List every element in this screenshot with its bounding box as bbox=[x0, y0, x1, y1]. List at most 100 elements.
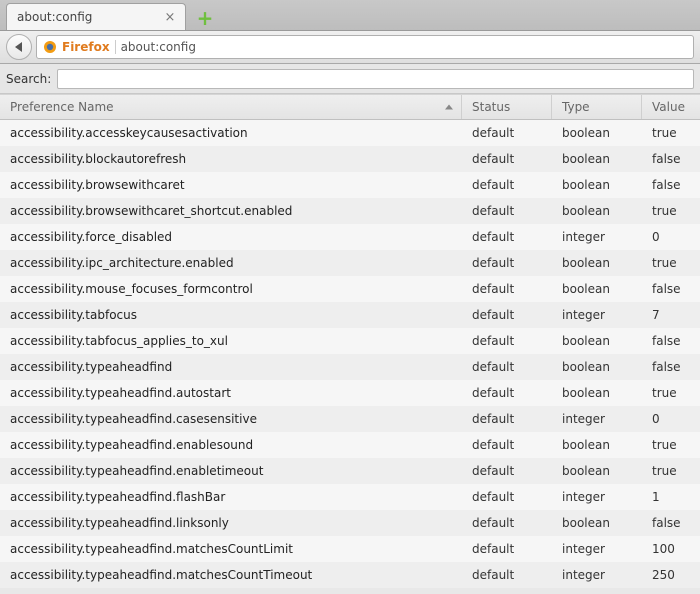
cell-type: integer bbox=[552, 542, 642, 556]
cell-value: false bbox=[642, 334, 700, 348]
cell-status: default bbox=[462, 386, 552, 400]
table-row[interactable]: accessibility.mouse_focuses_formcontrold… bbox=[0, 276, 700, 302]
table-row[interactable]: accessibility.blockautorefreshdefaultboo… bbox=[0, 146, 700, 172]
cell-status: default bbox=[462, 126, 552, 140]
cell-value: 1 bbox=[642, 490, 700, 504]
table-row[interactable]: accessibility.typeaheadfind.linksonlydef… bbox=[0, 510, 700, 536]
column-header-type[interactable]: Type bbox=[552, 95, 642, 119]
cell-status: default bbox=[462, 568, 552, 582]
firefox-icon bbox=[43, 40, 57, 54]
cell-name: accessibility.tabfocus_applies_to_xul bbox=[0, 334, 462, 348]
cell-value: 7 bbox=[642, 308, 700, 322]
cell-type: boolean bbox=[552, 464, 642, 478]
cell-value: true bbox=[642, 256, 700, 270]
table-row[interactable]: accessibility.force_disableddefaultinteg… bbox=[0, 224, 700, 250]
table-row[interactable]: accessibility.ipc_architecture.enabledde… bbox=[0, 250, 700, 276]
new-tab-button[interactable]: + bbox=[192, 6, 218, 30]
cell-type: integer bbox=[552, 230, 642, 244]
cell-type: boolean bbox=[552, 386, 642, 400]
cell-status: default bbox=[462, 256, 552, 270]
column-header-name-label: Preference Name bbox=[10, 100, 114, 114]
table-row[interactable]: accessibility.accesskeycausesactivationd… bbox=[0, 120, 700, 146]
cell-value: true bbox=[642, 464, 700, 478]
cell-type: boolean bbox=[552, 334, 642, 348]
url-text: about:config bbox=[121, 40, 196, 54]
cell-name: accessibility.typeaheadfind bbox=[0, 360, 462, 374]
cell-value: false bbox=[642, 516, 700, 530]
table-row[interactable]: accessibility.typeaheadfind.autostartdef… bbox=[0, 380, 700, 406]
cell-value: true bbox=[642, 386, 700, 400]
cell-name: accessibility.typeaheadfind.enablesound bbox=[0, 438, 462, 452]
search-label: Search: bbox=[6, 72, 51, 86]
cell-value: 0 bbox=[642, 412, 700, 426]
nav-toolbar: Firefox about:config bbox=[0, 31, 700, 64]
column-header-status-label: Status bbox=[472, 100, 510, 114]
browser-tab[interactable]: about:config × bbox=[6, 3, 186, 30]
cell-type: boolean bbox=[552, 178, 642, 192]
url-separator bbox=[115, 40, 116, 54]
cell-status: default bbox=[462, 334, 552, 348]
cell-value: 250 bbox=[642, 568, 700, 582]
table-row[interactable]: accessibility.typeaheadfind.casesensitiv… bbox=[0, 406, 700, 432]
cell-status: default bbox=[462, 490, 552, 504]
table-header: Preference Name Status Type Value bbox=[0, 94, 700, 120]
table-row[interactable]: accessibility.typeaheadfind.enabletimeou… bbox=[0, 458, 700, 484]
table-row[interactable]: accessibility.typeaheadfind.flashBardefa… bbox=[0, 484, 700, 510]
cell-name: accessibility.typeaheadfind.enabletimeou… bbox=[0, 464, 462, 478]
cell-name: accessibility.typeaheadfind.casesensitiv… bbox=[0, 412, 462, 426]
cell-name: accessibility.typeaheadfind.matchesCount… bbox=[0, 568, 462, 582]
column-header-status[interactable]: Status bbox=[462, 95, 552, 119]
cell-value: 100 bbox=[642, 542, 700, 556]
cell-name: accessibility.browsewithcaret bbox=[0, 178, 462, 192]
table-row[interactable]: accessibility.browsewithcaret_shortcut.e… bbox=[0, 198, 700, 224]
table-row[interactable]: accessibility.tabfocusdefaultinteger7 bbox=[0, 302, 700, 328]
cell-value: true bbox=[642, 126, 700, 140]
table-row[interactable]: accessibility.typeaheadfind.enablesoundd… bbox=[0, 432, 700, 458]
cell-name: accessibility.typeaheadfind.matchesCount… bbox=[0, 542, 462, 556]
cell-type: boolean bbox=[552, 152, 642, 166]
column-header-value-label: Value bbox=[652, 100, 685, 114]
search-input[interactable] bbox=[57, 69, 694, 89]
table-row[interactable]: accessibility.typeaheadfinddefaultboolea… bbox=[0, 354, 700, 380]
cell-value: 0 bbox=[642, 230, 700, 244]
close-tab-icon[interactable]: × bbox=[163, 10, 177, 24]
column-header-name[interactable]: Preference Name bbox=[0, 95, 462, 119]
cell-status: default bbox=[462, 230, 552, 244]
cell-status: default bbox=[462, 178, 552, 192]
cell-name: accessibility.ipc_architecture.enabled bbox=[0, 256, 462, 270]
cell-name: accessibility.typeaheadfind.linksonly bbox=[0, 516, 462, 530]
column-header-value[interactable]: Value bbox=[642, 95, 700, 119]
tab-title: about:config bbox=[17, 10, 163, 24]
cell-value: true bbox=[642, 204, 700, 218]
cell-status: default bbox=[462, 516, 552, 530]
cell-type: integer bbox=[552, 308, 642, 322]
back-button[interactable] bbox=[6, 34, 32, 60]
cell-type: integer bbox=[552, 412, 642, 426]
cell-status: default bbox=[462, 360, 552, 374]
cell-value: false bbox=[642, 360, 700, 374]
table-row[interactable]: accessibility.typeaheadfind.matchesCount… bbox=[0, 536, 700, 562]
cell-name: accessibility.browsewithcaret_shortcut.e… bbox=[0, 204, 462, 218]
cell-name: accessibility.force_disabled bbox=[0, 230, 462, 244]
cell-status: default bbox=[462, 152, 552, 166]
sort-ascending-icon bbox=[445, 105, 453, 110]
cell-value: false bbox=[642, 152, 700, 166]
cell-name: accessibility.typeaheadfind.flashBar bbox=[0, 490, 462, 504]
url-bar[interactable]: Firefox about:config bbox=[36, 35, 694, 59]
cell-value: true bbox=[642, 438, 700, 452]
table-row[interactable]: accessibility.typeaheadfind.matchesCount… bbox=[0, 562, 700, 588]
cell-status: default bbox=[462, 438, 552, 452]
cell-name: accessibility.mouse_focuses_formcontrol bbox=[0, 282, 462, 296]
cell-status: default bbox=[462, 308, 552, 322]
cell-type: boolean bbox=[552, 360, 642, 374]
cell-name: accessibility.tabfocus bbox=[0, 308, 462, 322]
cell-type: boolean bbox=[552, 438, 642, 452]
identity-label: Firefox bbox=[62, 40, 110, 54]
cell-type: boolean bbox=[552, 256, 642, 270]
table-row[interactable]: accessibility.browsewithcaretdefaultbool… bbox=[0, 172, 700, 198]
cell-type: boolean bbox=[552, 126, 642, 140]
cell-type: boolean bbox=[552, 282, 642, 296]
table-row[interactable]: accessibility.tabfocus_applies_to_xuldef… bbox=[0, 328, 700, 354]
cell-type: boolean bbox=[552, 204, 642, 218]
cell-name: accessibility.typeaheadfind.autostart bbox=[0, 386, 462, 400]
